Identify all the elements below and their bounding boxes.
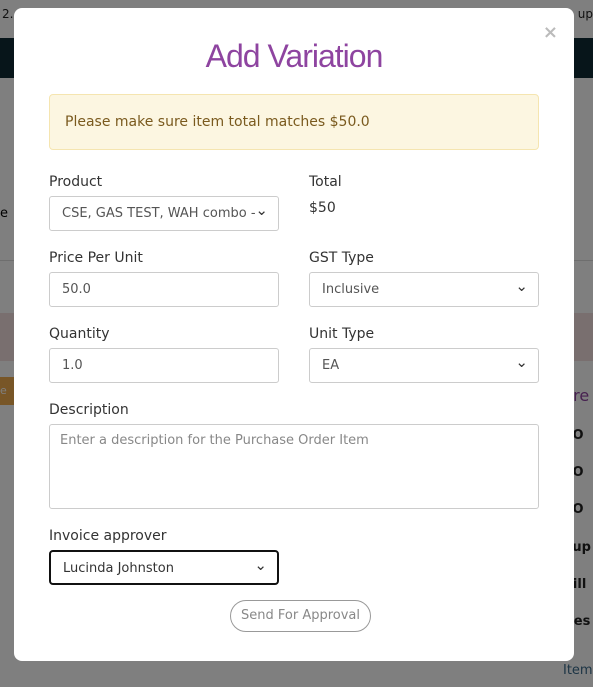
price-label: Price Per Unit <box>49 250 143 266</box>
gst-value: Inclusive <box>322 282 380 297</box>
product-select[interactable]: CSE, GAS TEST, WAH combo - <box>49 196 279 231</box>
description-label: Description <box>49 402 129 418</box>
send-for-approval-button[interactable]: Send For Approval <box>230 600 371 632</box>
modal-title: Add Variation <box>205 38 384 74</box>
product-value: CSE, GAS TEST, WAH combo - <box>62 206 256 221</box>
quantity-value: 1.0 <box>62 358 83 373</box>
quantity-label: Quantity <box>49 326 110 342</box>
description-textarea[interactable]: Enter a description for the Purchase Ord… <box>49 424 539 509</box>
gst-type-select[interactable]: Inclusive <box>309 272 539 307</box>
total-value: $50 <box>309 200 336 216</box>
add-variation-modal: × Add Variation Please make sure item to… <box>14 8 574 661</box>
unit-type-label: Unit Type <box>309 326 375 342</box>
unit-type-select[interactable]: EA <box>309 348 539 383</box>
gst-label: GST Type <box>309 250 374 266</box>
unit-value: EA <box>322 358 340 373</box>
price-input[interactable]: 50.0 <box>49 272 279 307</box>
invoice-approver-select[interactable]: Lucinda Johnston <box>49 550 279 585</box>
description-placeholder: Enter a description for the Purchase Ord… <box>60 433 369 448</box>
approver-value: Lucinda Johnston <box>63 561 174 576</box>
approver-label: Invoice approver <box>49 528 167 544</box>
total-warning-alert: Please make sure item total matches $50.… <box>49 94 539 150</box>
price-value: 50.0 <box>62 282 91 297</box>
quantity-input[interactable]: 1.0 <box>49 348 279 383</box>
product-label: Product <box>49 174 103 190</box>
total-label: Total <box>309 174 342 190</box>
